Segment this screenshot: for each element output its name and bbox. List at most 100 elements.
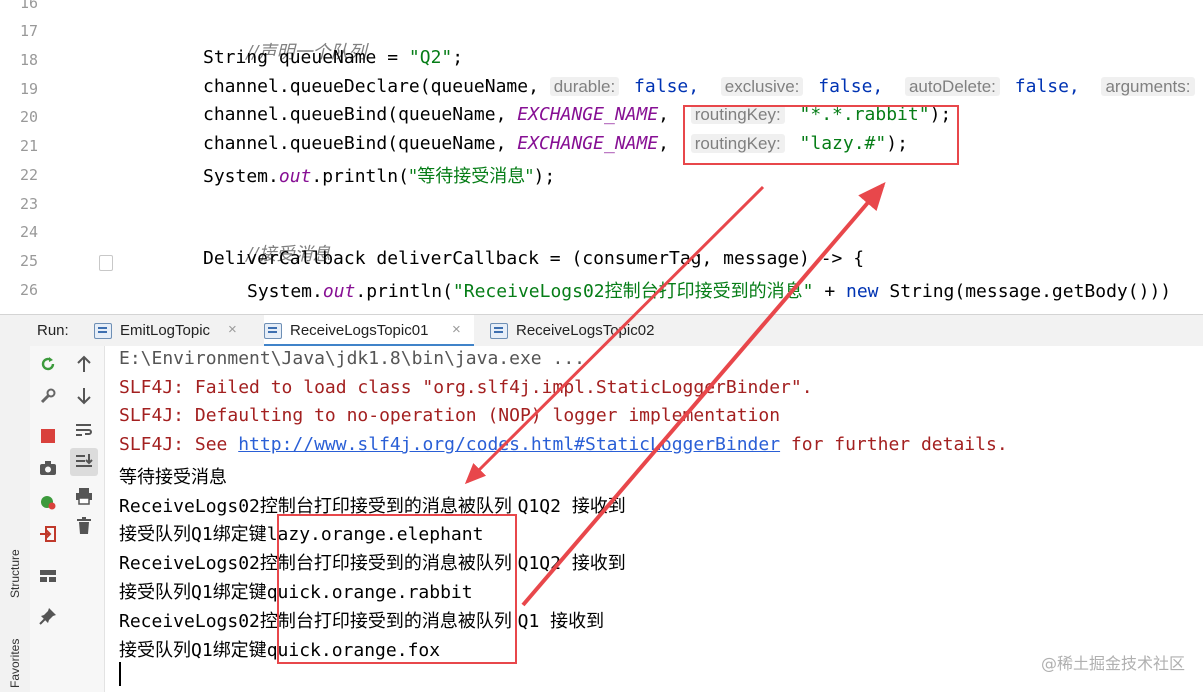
run-title: Run:: [37, 322, 69, 339]
console-text: Q1: [191, 582, 213, 603]
console-text: 接收到: [550, 611, 605, 632]
keyword: false,: [623, 76, 721, 97]
routing-key-highlight-box: [683, 105, 959, 165]
console-text: 接受队列: [119, 640, 191, 661]
code-text: ;: [452, 47, 464, 68]
structure-side-tab[interactable]: Structure: [2, 520, 28, 600]
console-text: for further details.: [780, 434, 1008, 455]
line-number: 19: [20, 80, 39, 98]
scroll-to-end-icon[interactable]: [70, 448, 98, 476]
arrow-up-icon[interactable]: [72, 352, 96, 376]
code-editor[interactable]: 16 17 18 19 20 21 22 23 24 25 26 //声明一个队…: [0, 0, 1203, 317]
console-error-line: SLF4J: See http://www.slf4j.org/codes.ht…: [119, 434, 1008, 455]
received-keys-highlight-box: [277, 514, 517, 664]
favorites-side-tab[interactable]: Favorites: [2, 610, 28, 690]
console-text: Q1Q2: [517, 496, 572, 517]
pin-icon[interactable]: [36, 604, 60, 628]
console-text: 接受队列: [119, 582, 191, 603]
stop-icon[interactable]: [36, 424, 60, 448]
string-literal: "ReceiveLogs02控制台打印接受到的消息": [452, 281, 814, 302]
tab-receivelogstopic01[interactable]: ReceiveLogsTopic01 ×: [264, 315, 474, 347]
run-config-icon: [94, 323, 112, 339]
fold-marker-icon[interactable]: [99, 255, 113, 271]
run-config-icon: [490, 323, 508, 339]
code-text: .println(: [311, 166, 409, 187]
keyword: new: [846, 281, 879, 302]
arrow-down-icon[interactable]: [72, 384, 96, 408]
param-hint: durable:: [549, 77, 620, 96]
static-field: EXCHANGE_NAME: [517, 104, 659, 125]
console-text: Q1: [191, 640, 213, 661]
tab-emitlogtopic[interactable]: EmitLogTopic ×: [94, 315, 254, 347]
wrench-icon[interactable]: [36, 384, 60, 408]
run-toolbar-primary: [30, 346, 67, 692]
code-line-18: String queueName = "Q2";: [203, 47, 463, 68]
param-hint: arguments:: [1101, 77, 1195, 96]
console-text: SLF4J: See: [119, 434, 239, 455]
static-field: EXCHANGE_NAME: [517, 133, 659, 154]
tab-label: ReceiveLogsTopic02: [516, 322, 655, 339]
param-hint: autoDelete:: [904, 77, 1000, 96]
line-number: 24: [20, 223, 39, 241]
line-number: 21: [20, 137, 39, 155]
console-line: 等待接受消息: [119, 467, 227, 488]
code-line-25: DeliverCallback deliverCallback = (consu…: [203, 248, 865, 269]
console-error-line: SLF4J: Defaulting to no-operation (NOP) …: [119, 405, 781, 426]
line-number: 23: [20, 195, 39, 213]
console-text: ReceiveLogs02: [119, 553, 260, 574]
console-output[interactable]: E:\Environment\Java\jdk1.8\bin\java.exe …: [105, 346, 1203, 692]
console-text: 绑定键: [212, 524, 267, 545]
code-text: );: [533, 166, 556, 187]
line-number: 16: [20, 0, 39, 12]
code-line-22: System.out.println("等待接受消息");: [203, 162, 555, 188]
console-text: 接受队列: [119, 524, 191, 545]
tab-receivelogstopic02[interactable]: ReceiveLogsTopic02: [490, 315, 690, 347]
keyword: false,: [1003, 76, 1102, 97]
static-field: out: [322, 281, 356, 302]
line-number: 17: [20, 22, 39, 40]
print-icon[interactable]: [72, 484, 96, 508]
console-text: Q1: [191, 524, 213, 545]
code-line-26: System.out.println("ReceiveLogs02控制台打印接受…: [247, 277, 1171, 303]
param-hint: exclusive:: [720, 77, 804, 96]
close-icon[interactable]: ×: [228, 321, 237, 338]
console-text: 绑定键: [212, 640, 267, 661]
line-number: 25: [20, 252, 39, 270]
layout-icon[interactable]: [36, 564, 60, 588]
code-text: System.: [247, 281, 323, 302]
slf4j-docs-link[interactable]: http://www.slf4j.org/codes.html#StaticLo…: [238, 434, 780, 455]
tab-label: EmitLogTopic: [120, 322, 211, 339]
console-java-path: E:\Environment\Java\jdk1.8\bin\java.exe …: [119, 348, 585, 369]
console-text: Q1: [517, 611, 551, 632]
keyword: false,: [807, 76, 905, 97]
console-error-line: SLF4J: Failed to load class "org.slf4j.i…: [119, 377, 813, 398]
code-text: System.: [203, 166, 279, 187]
favorites-label: Favorites: [8, 638, 22, 688]
line-number: 18: [20, 51, 39, 69]
code-text: String(message.getBody())): [878, 281, 1172, 302]
code-text: channel.queueDeclare(queueName,: [203, 76, 550, 97]
run-toolbar-secondary: [66, 346, 105, 692]
camera-icon[interactable]: [36, 456, 60, 480]
static-field: out: [278, 166, 312, 187]
login-icon[interactable]: [36, 522, 60, 546]
code-line-19: channel.queueDeclare(queueName, durable:…: [203, 76, 1199, 97]
line-number: 22: [20, 166, 39, 184]
close-icon[interactable]: ×: [452, 321, 461, 338]
code-text: String queueName =: [203, 47, 409, 68]
line-number: 20: [20, 108, 39, 126]
code-text: channel.queueBind(queueName,: [203, 133, 518, 154]
run-tool-window-header: Run: EmitLogTopic × ReceiveLogsTopic01 ×…: [0, 314, 1203, 348]
tab-label: ReceiveLogsTopic01: [290, 322, 429, 339]
console-text: 绑定键: [212, 582, 267, 603]
string-literal: "Q2": [408, 47, 453, 68]
line-gutter: 16 17 18 19 20 21 22 23 24 25 26: [0, 0, 113, 317]
debug-settings-icon[interactable]: [36, 490, 60, 514]
console-text: ReceiveLogs02: [119, 496, 260, 517]
string-literal: "等待接受消息": [408, 166, 534, 187]
console-text: 接收到: [571, 553, 626, 574]
structure-label: Structure: [8, 549, 22, 598]
rerun-icon[interactable]: [36, 352, 60, 376]
trash-icon[interactable]: [72, 514, 96, 538]
soft-wrap-icon[interactable]: [72, 418, 96, 442]
